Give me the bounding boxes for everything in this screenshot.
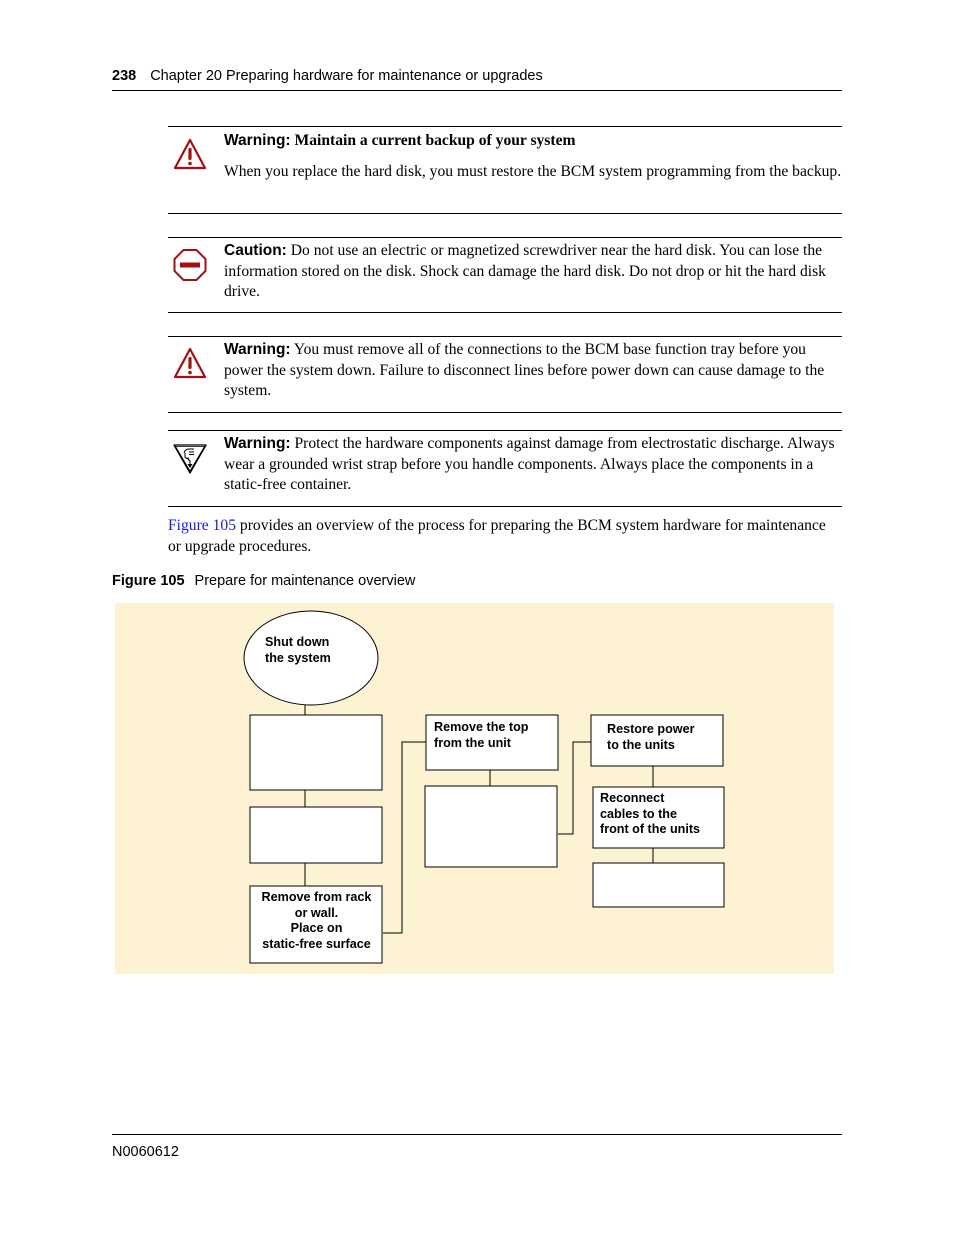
footer-rule bbox=[112, 1134, 842, 1135]
warning-esd-notice: Warning: Protect the hardware components… bbox=[168, 430, 842, 507]
notice-body: Do not use an electric or magnetized scr… bbox=[224, 242, 826, 300]
notice-label: Warning: bbox=[224, 435, 291, 452]
figure-caption: Figure 105 Prepare for maintenance overvi… bbox=[112, 573, 415, 589]
intro-paragraph: Figure 105 provides an overview of the p… bbox=[168, 516, 842, 557]
document-id: N0060612 bbox=[112, 1144, 179, 1160]
warning-connections-notice: Warning: You must remove all of the conn… bbox=[168, 336, 842, 413]
node-blank-3 bbox=[424, 785, 558, 868]
notice-label: Warning: bbox=[224, 132, 291, 149]
caution-screwdriver-notice: Caution: Do not use an electric or magne… bbox=[168, 237, 842, 313]
node-blank-2 bbox=[249, 806, 383, 864]
figure-105-link[interactable]: Figure 105 bbox=[168, 517, 236, 534]
warning-triangle-icon bbox=[173, 347, 207, 379]
warning-triangle-icon bbox=[173, 138, 207, 170]
header-rule bbox=[112, 90, 842, 91]
connector bbox=[558, 741, 591, 835]
flowchart-canvas bbox=[243, 610, 725, 964]
connector bbox=[383, 741, 426, 934]
label-shut-down: Shut down the system bbox=[265, 635, 331, 665]
label-remove-from-rack: Remove from rack or wall. Place on stati… bbox=[261, 890, 372, 951]
label-remove-top: Remove the top from the unit bbox=[434, 720, 529, 750]
label-restore-power: Restore power to the units bbox=[607, 722, 695, 752]
node-blank-4 bbox=[592, 862, 725, 908]
figure-number: Figure 105 bbox=[112, 573, 185, 589]
page-number: 238 bbox=[112, 68, 137, 84]
warning-backup-notice: Warning: Maintain a current backup of yo… bbox=[168, 126, 842, 214]
stop-sign-icon bbox=[173, 249, 207, 281]
notice-label: Warning: bbox=[224, 341, 291, 358]
figure-caption-text: Prepare for maintenance overview bbox=[194, 573, 416, 589]
intro-text: provides an overview of the process for … bbox=[168, 517, 826, 555]
label-reconnect-cables: Reconnect cables to the front of the uni… bbox=[600, 791, 701, 836]
notice-body: You must remove all of the connections t… bbox=[224, 341, 825, 399]
notice-title: Maintain a current backup of your system bbox=[294, 132, 576, 149]
notice-body: When you replace the hard disk, you must… bbox=[224, 162, 842, 180]
notice-label: Caution: bbox=[224, 242, 287, 259]
maintenance-flowchart: Shut down the system Remove from rack or… bbox=[115, 603, 834, 974]
chapter-title: Chapter 20 Preparing hardware for mainte… bbox=[150, 68, 543, 84]
esd-hand-icon bbox=[173, 444, 207, 474]
running-header: 238 Chapter 20 Preparing hardware for mai… bbox=[112, 68, 842, 84]
notice-body: Protect the hardware components against … bbox=[224, 435, 835, 493]
node-blank-1 bbox=[249, 714, 383, 791]
